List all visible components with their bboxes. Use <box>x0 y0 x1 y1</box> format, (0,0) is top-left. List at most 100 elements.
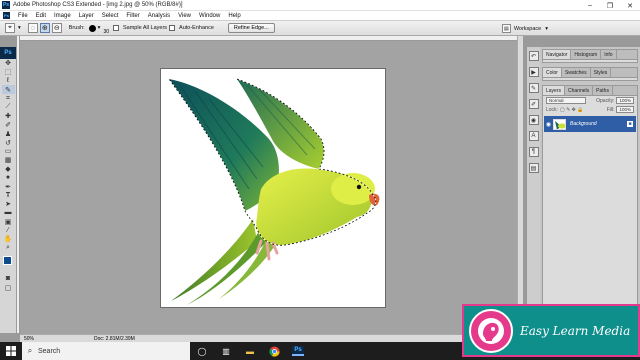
opacity-input[interactable]: 100% <box>616 97 634 104</box>
layer-thumbnail <box>553 118 566 130</box>
menu-layer[interactable]: Layer <box>75 13 98 19</box>
zoom-level[interactable]: 50% <box>20 336 60 342</box>
sample-all-layers-checkbox[interactable] <box>113 25 119 31</box>
image-canvas[interactable] <box>160 68 386 308</box>
restore-button[interactable]: ❐ <box>600 0 620 11</box>
tab-info[interactable]: Info <box>601 50 617 59</box>
panel-dock: Navigator Histogram Info Color Swatches … <box>540 47 640 333</box>
marquee-tool-icon[interactable]: ⬚ <box>2 68 15 77</box>
task-manager-icon[interactable]: ▥ <box>214 342 238 360</box>
tab-paths[interactable]: Paths <box>593 86 613 95</box>
history-panel-icon[interactable]: ↶ <box>528 51 539 61</box>
tab-color[interactable]: Color <box>543 68 562 77</box>
menu-analysis[interactable]: Analysis <box>144 13 174 19</box>
screen-mode-icon[interactable]: ▢ <box>2 283 15 292</box>
tab-navigator[interactable]: Navigator <box>543 50 572 59</box>
lasso-tool-icon[interactable]: ℓ <box>2 77 15 86</box>
color-panel: Color Swatches Styles <box>542 67 638 81</box>
color-swatches[interactable] <box>0 255 16 275</box>
photoshop-taskbar-icon[interactable]: Ps <box>286 342 310 360</box>
quick-selection-tool-icon[interactable]: ✎ <box>1 85 15 95</box>
tool-presets-icon[interactable]: ✎ <box>528 83 539 93</box>
menu-filter[interactable]: Filter <box>122 13 143 19</box>
auto-enhance-label: Auto-Enhance <box>179 25 214 31</box>
new-selection-icon[interactable]: ◌ <box>27 23 38 33</box>
clone-source-icon[interactable]: ◉ <box>528 115 539 125</box>
panel-icon-strip: ↶ ▶ ✎ ✐ ◉ A ¶ ▤ <box>526 47 540 333</box>
crop-tool-icon[interactable]: ⌗ <box>2 94 15 103</box>
lock-icons[interactable]: ▢ ✎ ✥ 🔒 <box>560 107 584 113</box>
eyedropper-tool-icon[interactable]: ⁄ <box>2 226 15 235</box>
move-tool-icon[interactable]: ✥ <box>2 59 15 68</box>
brushes-panel-icon[interactable]: ✐ <box>528 99 539 109</box>
history-brush-tool-icon[interactable]: ↺ <box>2 138 15 147</box>
taskbar-search-box[interactable]: ⌕ Search <box>22 342 190 360</box>
preset-dropdown-arrow-icon[interactable]: ▾ <box>18 25 21 31</box>
menu-help[interactable]: Help <box>224 13 244 19</box>
path-selection-tool-icon[interactable]: ➤ <box>2 200 15 209</box>
clone-stamp-tool-icon[interactable]: ♟ <box>2 129 15 138</box>
healing-brush-tool-icon[interactable]: ✚ <box>2 112 15 121</box>
menu-select[interactable]: Select <box>98 13 123 19</box>
brush-preview-icon <box>88 24 96 32</box>
workspace-menu[interactable]: ▤ Workspace ▾ <box>501 24 550 33</box>
auto-enhance-checkbox[interactable] <box>169 25 176 31</box>
subtract-from-selection-icon[interactable]: ⊖ <box>51 23 62 33</box>
photoshop-menu-icon[interactable]: Ps <box>3 12 10 19</box>
brush-picker[interactable]: ▾ <box>87 24 103 32</box>
menu-file[interactable]: File <box>14 13 32 19</box>
task-view-icon[interactable]: ◯ <box>190 342 214 360</box>
toolbox: Ps ✥ ⬚ ℓ ✎ ⌗ ⟋ ✚ ✐ ♟ ↺ ▭ ▦ ◆ ● ✒ T ➤ ▬ ▣… <box>0 47 17 333</box>
tool-preset-icon[interactable]: ⌖ <box>5 23 15 33</box>
eraser-tool-icon[interactable]: ▭ <box>2 147 15 156</box>
actions-panel-icon[interactable]: ▶ <box>528 67 539 77</box>
dodge-tool-icon[interactable]: ● <box>2 173 15 182</box>
close-button[interactable]: ✕ <box>620 0 640 11</box>
tab-styles[interactable]: Styles <box>591 68 612 77</box>
tab-swatches[interactable]: Swatches <box>562 68 591 77</box>
brush-picker-arrow-icon: ▾ <box>97 25 101 31</box>
navigator-panel: Navigator Histogram Info <box>542 49 638 63</box>
gradient-tool-icon[interactable]: ▦ <box>2 156 15 165</box>
refine-edge-button[interactable]: Refine Edge... <box>227 23 275 33</box>
lock-label: Lock: <box>546 106 558 113</box>
status-bar: 50% Doc: 2.81M/2.39M <box>20 334 523 342</box>
menu-edit[interactable]: Edit <box>32 13 50 19</box>
minimize-button[interactable]: – <box>580 0 600 11</box>
menu-image[interactable]: Image <box>50 13 75 19</box>
character-panel-icon[interactable]: A <box>528 131 539 141</box>
document-vertical-scrollbar[interactable] <box>517 36 523 334</box>
layer-row-background[interactable]: ◉ Background ■ <box>544 116 636 132</box>
windows-start-icon[interactable] <box>0 342 22 360</box>
easy-learn-media-watermark: Easy Learn Media <box>462 304 640 357</box>
foreground-color-swatch[interactable] <box>3 255 12 265</box>
type-tool-icon[interactable]: T <box>2 191 15 200</box>
menu-window[interactable]: Window <box>195 13 224 19</box>
pen-tool-icon[interactable]: ✒ <box>2 182 15 191</box>
add-to-selection-icon[interactable]: ⊕ <box>39 23 50 33</box>
slice-tool-icon[interactable]: ⟋ <box>2 103 15 112</box>
chrome-icon[interactable] <box>262 342 286 360</box>
tab-layers[interactable]: Layers <box>543 86 566 95</box>
blend-mode-select[interactable]: Normal <box>546 97 586 104</box>
sample-all-layers-label: Sample All Layers <box>123 25 168 31</box>
blur-tool-icon[interactable]: ◆ <box>2 165 15 174</box>
tab-channels[interactable]: Channels <box>565 86 594 95</box>
brush-tool-icon[interactable]: ✐ <box>2 121 15 130</box>
measurement-log-icon[interactable]: ▤ <box>528 163 539 173</box>
layer-name: Background <box>570 121 597 127</box>
file-explorer-icon[interactable]: ▬ <box>238 342 262 360</box>
parrot-image <box>168 78 380 305</box>
fill-input[interactable]: 100% <box>616 106 634 113</box>
zoom-tool-icon[interactable]: ⌕ <box>2 244 15 253</box>
visibility-eye-icon[interactable]: ◉ <box>544 121 553 128</box>
menu-view[interactable]: View <box>174 13 195 19</box>
quick-mask-icon[interactable]: ◙ <box>2 275 15 284</box>
shape-tool-icon[interactable]: ▬ <box>2 209 15 218</box>
paragraph-panel-icon[interactable]: ¶ <box>528 147 539 157</box>
search-icon: ⌕ <box>27 346 33 355</box>
tab-histogram[interactable]: Histogram <box>571 50 602 59</box>
hand-tool-icon[interactable]: ✋ <box>2 235 15 244</box>
document-size-info: Doc: 2.81M/2.39M <box>94 335 135 342</box>
notes-tool-icon[interactable]: ▣ <box>2 217 15 226</box>
